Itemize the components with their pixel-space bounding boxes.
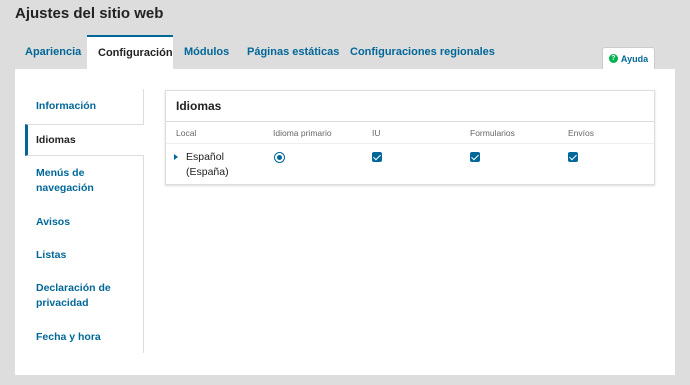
primary-language-radio[interactable] [274,152,285,163]
tab-bar: Apariencia Configuración Módulos Páginas… [15,35,495,69]
sidebar-item-informacion[interactable]: Información [25,99,143,114]
help-icon: ? [608,54,618,63]
row-divider [166,143,654,144]
column-header-forms: Formularios [470,128,515,138]
tab-paginas-estaticas[interactable]: Páginas estáticas [236,35,339,69]
sidebar-item-avisos[interactable]: Avisos [25,215,143,230]
submissions-checkbox[interactable] [568,152,578,162]
tab-configuracion[interactable]: Configuración [87,35,173,69]
sidebar-item-listas[interactable]: Listas [25,248,143,263]
page-title: Ajustes del sitio web [15,5,164,22]
card-title: Idiomas [176,99,222,113]
ui-checkbox[interactable] [372,152,382,162]
side-nav: Información Idiomas Menús de navegación … [25,89,144,353]
expand-row-icon[interactable] [174,154,178,160]
help-button[interactable]: ? Ayuda [602,47,655,69]
sidebar-item-menus-navegacion[interactable]: Menús de navegación [25,166,143,196]
sidebar-item-fecha-hora[interactable]: Fecha y hora [25,330,143,345]
settings-panel: Información Idiomas Menús de navegación … [15,69,675,375]
help-label: Ayuda [620,53,649,64]
column-header-primary: Idioma primario [273,128,332,138]
tab-apariencia[interactable]: Apariencia [15,35,87,69]
locale-name: Español (España) [186,151,229,178]
card-divider [166,121,654,122]
column-header-submissions: Envíos [568,128,594,138]
sidebar-item-declaracion-privacidad[interactable]: Declaración de privacidad [25,281,143,311]
tab-modulos[interactable]: Módulos [173,35,236,69]
column-header-local: Local [176,128,197,138]
forms-checkbox[interactable] [470,152,480,162]
tab-configuraciones-regionales[interactable]: Configuraciones regionales [339,35,495,69]
column-header-ui: IU [372,128,381,138]
languages-card: Idiomas Local Idioma primario IU Formula… [165,90,655,185]
sidebar-item-idiomas[interactable]: Idiomas [25,124,144,156]
